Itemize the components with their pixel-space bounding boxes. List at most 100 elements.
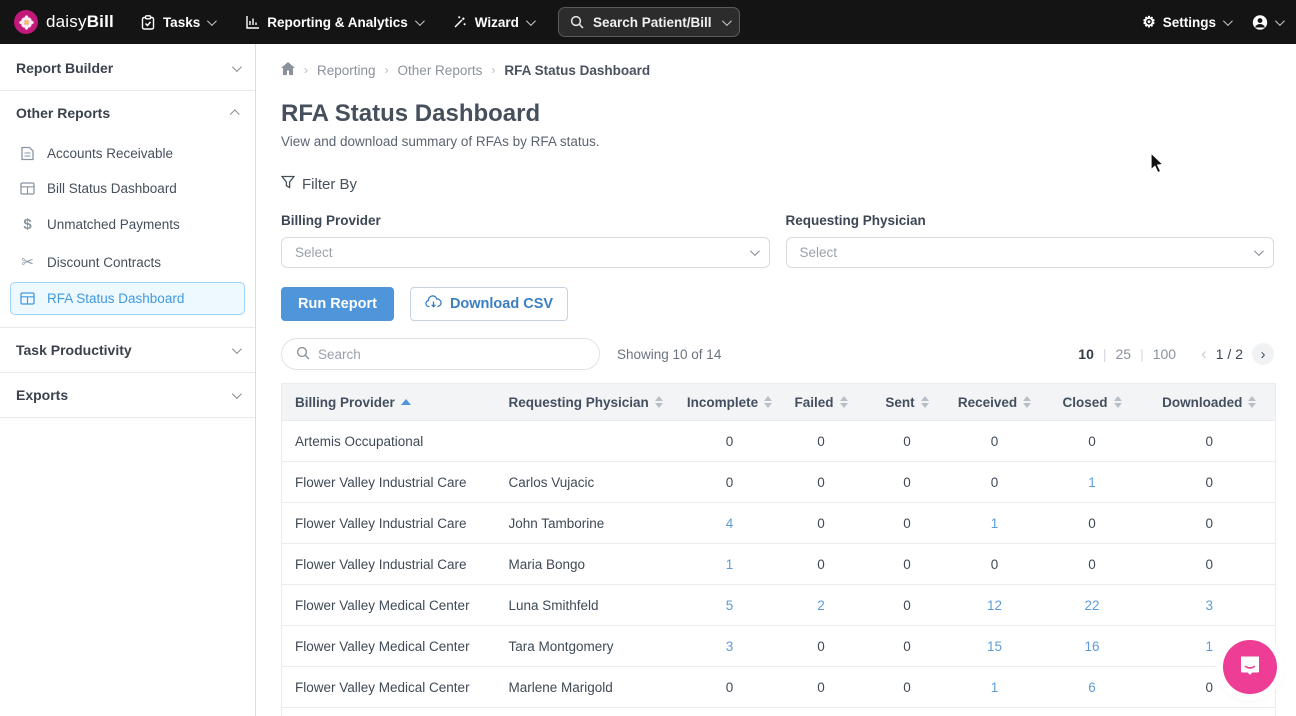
count-value: 0 [903, 516, 911, 531]
count-value: 0 [817, 434, 825, 449]
count-link[interactable]: 3 [726, 639, 734, 654]
cell-count: 3 [683, 626, 777, 667]
user-icon [1252, 14, 1268, 30]
count-link[interactable]: 16 [1084, 639, 1099, 654]
requesting-physician-label: Requesting Physician [786, 213, 1275, 228]
cell-requesting-physician: Carlos Vujacic [496, 462, 683, 503]
select-placeholder: Select [800, 245, 838, 260]
sidebar-item-rfa-status-dashboard[interactable]: RFA Status Dashboard [10, 282, 245, 315]
column-header-incomplete[interactable]: Incomplete [683, 384, 777, 421]
count-link[interactable]: 5 [726, 598, 734, 613]
column-header-received[interactable]: Received [949, 384, 1041, 421]
search-patient-bill-button[interactable]: Search Patient/Bill [558, 7, 740, 37]
menu-tasks[interactable]: Tasks [140, 14, 214, 30]
column-header-requesting-physician[interactable]: Requesting Physician [496, 384, 683, 421]
sidebar-item-bill-status-dashboard[interactable]: Bill Status Dashboard [10, 172, 245, 205]
sidebar-section-other-reports[interactable]: Other Reports [0, 91, 255, 135]
cloud-download-icon [425, 295, 442, 313]
count-link[interactable]: 22 [1084, 598, 1099, 613]
settings-menu[interactable]: ⚙ Settings [1142, 13, 1230, 31]
count-link[interactable]: 1 [1205, 639, 1213, 654]
table-row: Flower Valley Medical CenterMarlene Mari… [282, 667, 1276, 708]
count-link[interactable]: 3 [1205, 598, 1213, 613]
column-header-failed[interactable]: Failed [777, 384, 866, 421]
dollar-icon: $ [19, 216, 36, 233]
cell-count: 0 [866, 585, 949, 626]
count-link[interactable]: 2 [817, 598, 825, 613]
cell-count: 2 [777, 585, 866, 626]
chat-bubble-icon [1237, 652, 1263, 683]
section-label: Task Productivity [16, 342, 132, 358]
cell-count: 0 [949, 462, 1041, 503]
rfa-status-table: Billing Provider Requesting Physician In… [281, 383, 1276, 716]
main-content: › Reporting › Other Reports › RFA Status… [256, 44, 1296, 716]
column-header-sent[interactable]: Sent [866, 384, 949, 421]
breadcrumb-reporting[interactable]: Reporting [317, 63, 376, 78]
count-link[interactable]: 1 [991, 680, 999, 695]
cell-count: 22 [1041, 585, 1144, 626]
column-header-closed[interactable]: Closed [1041, 384, 1144, 421]
page-size-25[interactable]: 25 [1116, 346, 1132, 362]
cell-count: 0 [777, 462, 866, 503]
scissors-icon: ✂ [19, 253, 36, 271]
menu-wizard-label: Wizard [475, 15, 519, 30]
chart-icon [244, 14, 260, 30]
sidebar-section-exports[interactable]: Exports [0, 373, 255, 418]
table-icon [19, 292, 36, 305]
cell-count: 0 [866, 462, 949, 503]
sidebar-section-report-builder[interactable]: Report Builder [0, 46, 255, 91]
count-link[interactable]: 1 [726, 557, 734, 572]
column-header-billing-provider[interactable]: Billing Provider [282, 384, 496, 421]
cell-billing-provider: Artemis Occupational [282, 421, 496, 462]
chevron-down-icon [1254, 246, 1264, 256]
download-csv-button[interactable]: Download CSV [410, 287, 568, 321]
prev-page-button[interactable]: ‹ [1201, 344, 1207, 364]
top-navbar: daisyBill Tasks Reporting & Analytics Wi… [0, 0, 1296, 44]
count-link[interactable]: 4 [726, 516, 734, 531]
count-link[interactable]: 6 [1088, 680, 1096, 695]
select-placeholder: Select [295, 245, 333, 260]
count-value: 0 [726, 475, 734, 490]
cell-count: 0 [1144, 544, 1276, 585]
cell-requesting-physician: Maria Bongo [496, 544, 683, 585]
cell-count: 1 [949, 503, 1041, 544]
menu-wizard[interactable]: Wizard [452, 14, 533, 30]
count-link[interactable]: 12 [987, 598, 1002, 613]
sidebar-item-accounts-receivable[interactable]: Accounts Receivable [10, 137, 245, 170]
cell-billing-provider: Flower Valley Industrial Care [282, 462, 496, 503]
brand-logo[interactable]: daisyBill [14, 10, 114, 34]
next-page-button[interactable]: › [1252, 343, 1274, 365]
chevron-down-icon [749, 246, 759, 256]
table-search-input[interactable]: Search [281, 338, 600, 370]
sidebar-item-unmatched-payments[interactable]: $ Unmatched Payments [10, 207, 245, 242]
search-icon [296, 346, 310, 363]
page-size-100[interactable]: 100 [1153, 346, 1176, 362]
sidebar-item-label: Bill Status Dashboard [47, 181, 177, 196]
column-header-downloaded[interactable]: Downloaded [1144, 384, 1276, 421]
count-link[interactable]: 1 [1088, 475, 1096, 490]
chat-launcher-button[interactable] [1223, 640, 1277, 694]
cell-count: 0 [866, 544, 949, 585]
run-report-button[interactable]: Run Report [281, 287, 394, 321]
requesting-physician-select[interactable]: Select [786, 237, 1275, 268]
table-row-partial [282, 708, 1276, 716]
cell-count: 0 [777, 626, 866, 667]
count-link[interactable]: 1 [991, 516, 999, 531]
filter-by-heading: Filter By [281, 175, 1274, 193]
sort-icon [921, 396, 929, 408]
breadcrumb-other-reports[interactable]: Other Reports [398, 63, 483, 78]
cell-count: 5 [683, 585, 777, 626]
sidebar-item-discount-contracts[interactable]: ✂ Discount Contracts [10, 244, 245, 280]
page-subtitle: View and download summary of RFAs by RFA… [281, 134, 1274, 149]
sidebar-section-task-productivity[interactable]: Task Productivity [0, 328, 255, 373]
menu-reporting-analytics[interactable]: Reporting & Analytics [244, 14, 422, 30]
page-size-10[interactable]: 10 [1078, 346, 1094, 362]
billing-provider-select[interactable]: Select [281, 237, 770, 268]
count-link[interactable]: 15 [987, 639, 1002, 654]
chevron-down-icon [1275, 16, 1285, 26]
clipboard-icon [140, 14, 156, 30]
cell-requesting-physician [496, 421, 683, 462]
count-value: 0 [903, 434, 911, 449]
account-menu[interactable] [1252, 14, 1282, 30]
home-icon[interactable] [281, 62, 295, 78]
